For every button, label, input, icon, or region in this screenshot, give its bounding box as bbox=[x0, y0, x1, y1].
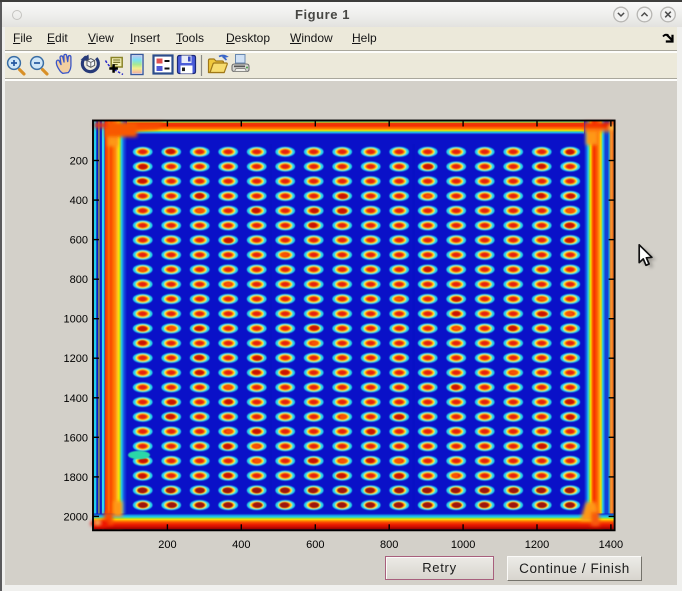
svg-text:400: 400 bbox=[232, 539, 250, 551]
svg-text:1400: 1400 bbox=[64, 393, 88, 405]
svg-text:800: 800 bbox=[380, 539, 398, 551]
svg-text:600: 600 bbox=[70, 235, 88, 247]
svg-text:1400: 1400 bbox=[599, 539, 623, 551]
svg-text:1000: 1000 bbox=[64, 314, 88, 326]
svg-text:600: 600 bbox=[306, 539, 324, 551]
svg-text:200: 200 bbox=[158, 539, 176, 551]
svg-text:1200: 1200 bbox=[525, 539, 549, 551]
svg-text:1600: 1600 bbox=[64, 432, 88, 444]
svg-text:1800: 1800 bbox=[64, 472, 88, 484]
svg-text:1200: 1200 bbox=[64, 353, 88, 365]
svg-text:1000: 1000 bbox=[451, 539, 475, 551]
svg-text:200: 200 bbox=[70, 156, 88, 168]
svg-text:2000: 2000 bbox=[64, 511, 88, 523]
svg-text:800: 800 bbox=[70, 274, 88, 286]
svg-text:400: 400 bbox=[70, 195, 88, 207]
